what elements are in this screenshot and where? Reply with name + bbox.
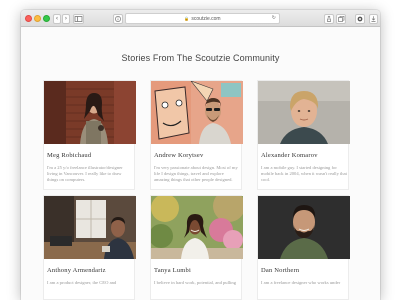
profile-bio: I am a freelance designer who works unde… — [261, 280, 341, 285]
profile-bio: I believe in hard work, potential, and p… — [154, 280, 237, 285]
profile-photo[interactable] — [44, 81, 136, 144]
profile-name[interactable]: Andrew Korytsev — [154, 152, 203, 159]
browser-window: ‹ › 🔒 scoutzie.com ↻ Stories From The Sco… — [21, 10, 380, 300]
page-content: Stories From The Scoutzie Community Meg … — [21, 28, 380, 300]
zoom-window-button[interactable] — [43, 15, 50, 22]
extension-button[interactable] — [355, 14, 365, 24]
reload-icon[interactable]: ↻ — [272, 14, 276, 23]
lock-icon: 🔒 — [184, 16, 190, 21]
profile-bio: I am a product designer, the CEO and — [47, 280, 117, 285]
profile-card[interactable]: Alexander Komarov I am a mobile guy. I s… — [257, 80, 350, 190]
new-tab-button[interactable] — [336, 14, 346, 24]
profile-card[interactable]: Dan Northern I am a freelance designer w… — [257, 195, 350, 300]
profile-bio: I am a mobile guy. I started designing f… — [261, 165, 347, 182]
address-bar[interactable]: 🔒 scoutzie.com ↻ — [125, 13, 280, 24]
share-icon — [327, 15, 331, 22]
profile-photo[interactable] — [258, 196, 350, 259]
back-button[interactable]: ‹ — [53, 14, 61, 24]
profile-name[interactable]: Alexander Komarov — [261, 152, 318, 159]
profile-name[interactable]: Anthony Armendariz — [47, 267, 106, 274]
sidebar-toggle-button[interactable] — [73, 14, 84, 24]
browser-toolbar: ‹ › 🔒 scoutzie.com ↻ — [21, 10, 380, 27]
profile-card[interactable]: Andrew Korytsev I'm very passionate abou… — [150, 80, 243, 190]
profile-card[interactable]: Anthony Armendariz I am a product design… — [43, 195, 136, 300]
profile-name[interactable]: Tanya Lumbi — [154, 267, 191, 274]
profile-card[interactable]: Tanya Lumbi I believe in hard work, pote… — [150, 195, 243, 300]
profile-name[interactable]: Dan Northern — [261, 267, 299, 274]
profile-photo[interactable] — [258, 81, 350, 144]
profile-photo[interactable] — [151, 196, 243, 259]
tabs-icon — [338, 15, 345, 22]
profile-name[interactable]: Meg Robichaud — [47, 152, 91, 159]
site-info-button[interactable] — [113, 14, 123, 24]
address-url: scoutzie.com — [191, 16, 221, 22]
profile-photo[interactable] — [151, 81, 243, 144]
forward-button[interactable]: › — [62, 14, 70, 24]
profile-card[interactable]: Meg Robichaud I'm a 25 y/o freelance ill… — [43, 80, 136, 190]
sidebar-icon — [74, 16, 83, 22]
close-window-button[interactable] — [25, 15, 32, 22]
downloads-button[interactable] — [369, 14, 378, 24]
profile-bio: I'm a 25 y/o freelance illustrator/desig… — [47, 165, 123, 182]
share-button[interactable] — [324, 14, 334, 24]
profile-photo[interactable] — [44, 196, 136, 259]
info-icon — [115, 16, 121, 22]
minimize-window-button[interactable] — [34, 15, 41, 22]
profile-bio: I'm very passionate about design. Most o… — [154, 165, 238, 182]
download-icon — [371, 16, 376, 22]
page-title: Stories From The Scoutzie Community — [121, 53, 280, 63]
gear-icon — [357, 16, 363, 22]
